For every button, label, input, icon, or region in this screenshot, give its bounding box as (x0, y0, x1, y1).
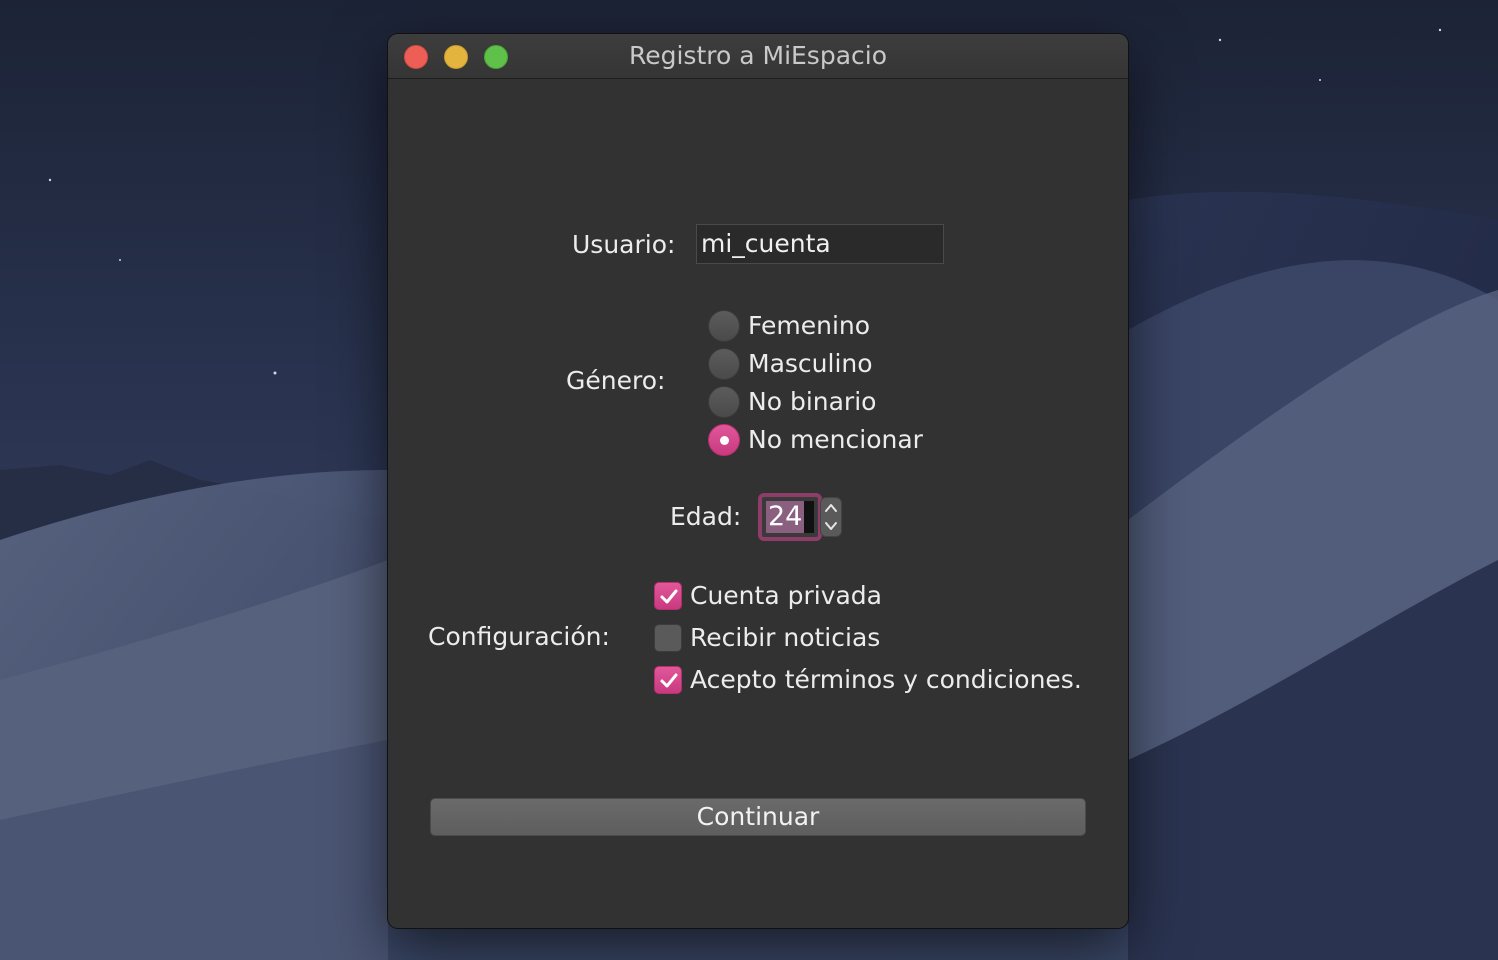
age-label: Edad: (670, 502, 742, 531)
age-value: 24 (766, 501, 805, 533)
title-bar[interactable]: Registro a MiEspacio (388, 34, 1128, 79)
gender-label: Género: (566, 366, 666, 395)
continue-button[interactable]: Continuar (430, 798, 1086, 836)
radio-masculino[interactable] (708, 348, 740, 380)
user-label: Usuario: (572, 230, 676, 259)
radio-no-binario[interactable] (708, 386, 740, 418)
checkmark-icon (660, 589, 678, 604)
radio-femenino[interactable] (708, 310, 740, 342)
username-input[interactable]: mi_cuenta (696, 224, 944, 264)
checkbox-label-recibir-noticias: Recibir noticias (690, 623, 881, 652)
age-stepper[interactable] (820, 497, 842, 537)
chevron-down-icon[interactable] (821, 517, 841, 536)
text-cursor (804, 501, 814, 533)
window-title: Registro a MiEspacio (628, 41, 888, 70)
radio-label-no-mencionar: No mencionar (748, 425, 923, 454)
radio-no-mencionar[interactable] (708, 424, 740, 456)
checkbox-cuenta-privada[interactable] (654, 582, 682, 610)
radio-label-no-binario: No binario (748, 387, 877, 416)
checkbox-label-cuenta-privada: Cuenta privada (690, 581, 882, 610)
radio-label-femenino: Femenino (748, 311, 871, 340)
radio-selected-dot (720, 436, 729, 445)
checkbox-recibir-noticias[interactable] (654, 624, 682, 652)
age-field[interactable]: 24 (758, 493, 822, 541)
checkbox-label-terminos: Acepto términos y condiciones. (690, 665, 1082, 694)
checkbox-terminos[interactable] (654, 666, 682, 694)
checkmark-icon (660, 673, 678, 688)
config-label: Configuración: (428, 622, 610, 651)
radio-label-masculino: Masculino (748, 349, 873, 378)
registration-window: Registro a MiEspacio Usuario: mi_cuenta … (388, 34, 1128, 928)
chevron-up-icon[interactable] (821, 498, 841, 517)
